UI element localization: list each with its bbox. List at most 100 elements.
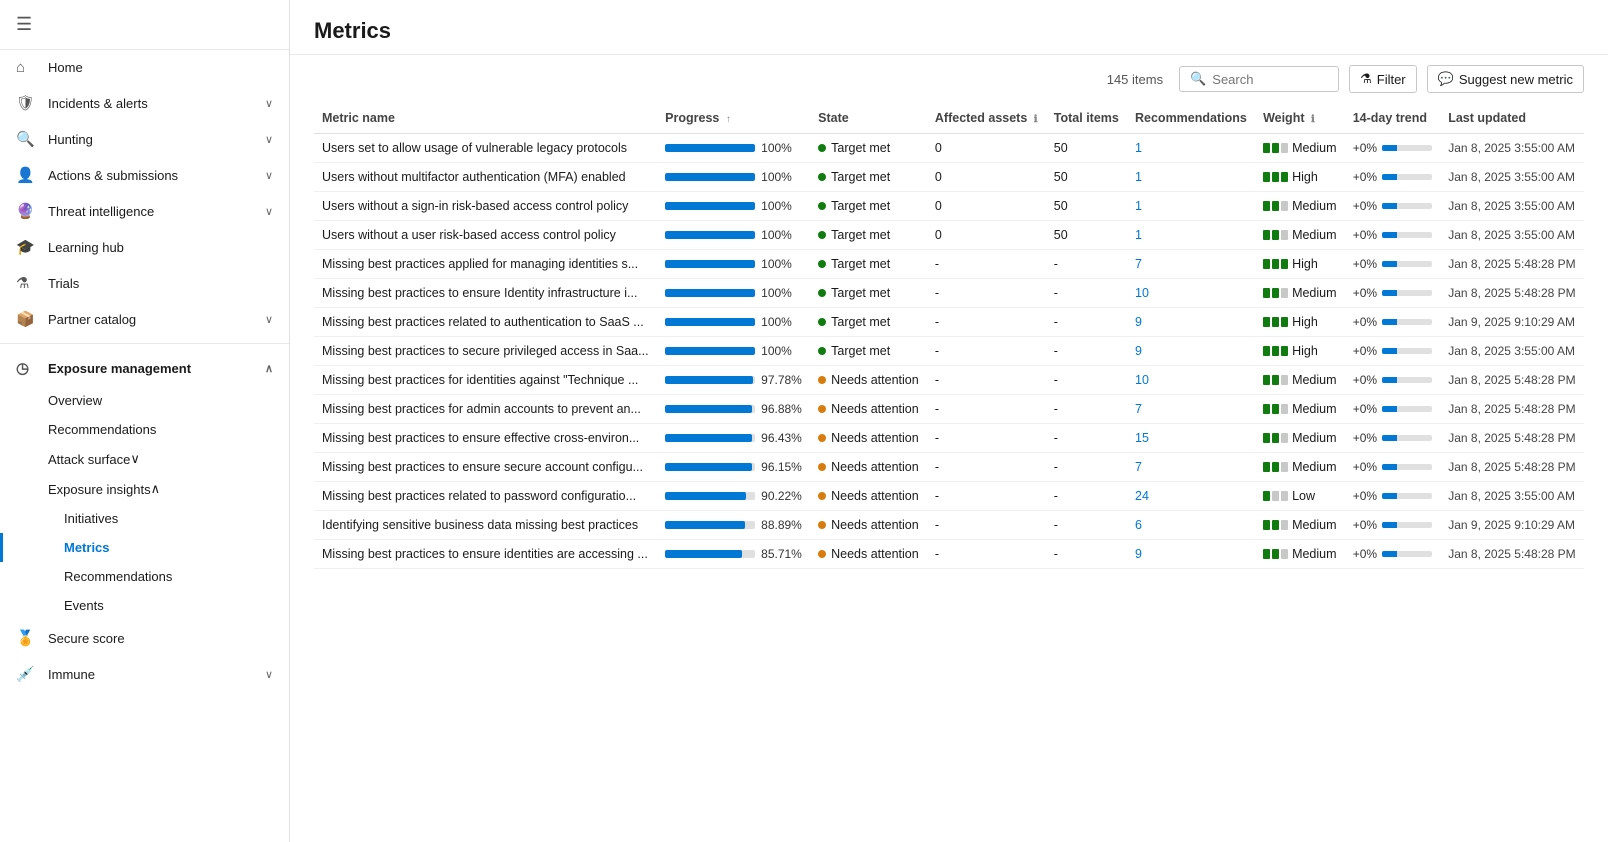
- recommendations-cell[interactable]: 24: [1127, 482, 1255, 511]
- table-row: Missing best practices to ensure identit…: [314, 540, 1584, 569]
- recommendations-link[interactable]: 9: [1135, 547, 1142, 561]
- recommendations-cell[interactable]: 9: [1127, 308, 1255, 337]
- state-label: Needs attention: [831, 489, 919, 503]
- recommendations-link[interactable]: 10: [1135, 373, 1149, 387]
- sidebar-item-attack-surface[interactable]: Attack surface ∨: [0, 444, 289, 474]
- recommendations-link[interactable]: 10: [1135, 286, 1149, 300]
- progress-bar-container: 100%: [665, 315, 802, 329]
- progress-bar-container: 96.88%: [665, 402, 802, 416]
- progress-bar-fill: [665, 463, 752, 471]
- trend-bar-fill: [1382, 406, 1397, 412]
- weight-bar: [1272, 230, 1279, 240]
- trend-content: +0%: [1353, 170, 1433, 184]
- search-input[interactable]: [1212, 72, 1328, 87]
- recommendations-cell[interactable]: 1: [1127, 192, 1255, 221]
- col-progress[interactable]: Progress ↑: [657, 103, 810, 134]
- recommendations-link[interactable]: 9: [1135, 344, 1142, 358]
- col-recommendations[interactable]: Recommendations: [1127, 103, 1255, 134]
- progress-bar-track: [665, 434, 755, 442]
- sidebar-item-learning[interactable]: 🎓 Learning hub: [0, 229, 289, 265]
- recommendations-link[interactable]: 7: [1135, 460, 1142, 474]
- sidebar-subitem-metrics[interactable]: Metrics: [0, 533, 289, 562]
- trend-bar-track: [1382, 406, 1432, 412]
- progress-cell: 100%: [657, 337, 810, 366]
- sidebar-item-trials[interactable]: ⚗ Trials: [0, 265, 289, 301]
- sidebar-item-exposure[interactable]: ◷ Exposure management ∧: [0, 350, 289, 386]
- weight-label: Medium: [1292, 460, 1336, 474]
- col-last-updated[interactable]: Last updated: [1440, 103, 1584, 134]
- recommendations-link[interactable]: 1: [1135, 228, 1142, 242]
- recommendations-link[interactable]: 1: [1135, 141, 1142, 155]
- recommendations-cell[interactable]: 6: [1127, 511, 1255, 540]
- recommendations-link[interactable]: 1: [1135, 170, 1142, 184]
- col-total-items[interactable]: Total items: [1046, 103, 1127, 134]
- sidebar-item-immune[interactable]: 💉 Immune ∨: [0, 656, 289, 692]
- sidebar: ☰ ⌂ Home 🛡 Incidents & alerts ∨ 🔍 Huntin…: [0, 0, 290, 842]
- sidebar-subitem-initiatives[interactable]: Initiatives: [0, 504, 289, 533]
- state-content: Needs attention: [818, 431, 919, 445]
- table-header-row: Metric name Progress ↑ State Affected as…: [314, 103, 1584, 134]
- sidebar-item-hunting-label: Hunting: [48, 132, 93, 147]
- recommendations-cell[interactable]: 7: [1127, 453, 1255, 482]
- trend-content: +0%: [1353, 257, 1433, 271]
- recommendations-cell[interactable]: 9: [1127, 540, 1255, 569]
- sidebar-subitem-events[interactable]: Events: [0, 591, 289, 620]
- recommendations-link[interactable]: 7: [1135, 257, 1142, 271]
- sidebar-item-secure-score[interactable]: 🏅 Secure score: [0, 620, 289, 656]
- last-updated-cell: Jan 9, 2025 9:10:29 AM: [1440, 511, 1584, 540]
- recommendations-cell[interactable]: 9: [1127, 337, 1255, 366]
- weight-bar: [1263, 346, 1270, 356]
- sidebar-item-recommendations-top[interactable]: Recommendations: [0, 415, 289, 444]
- col-weight[interactable]: Weight ℹ: [1255, 103, 1345, 134]
- hamburger-icon[interactable]: ☰: [16, 14, 32, 35]
- recommendations-cell[interactable]: 7: [1127, 395, 1255, 424]
- total-items-cell: -: [1046, 279, 1127, 308]
- weight-bar: [1272, 172, 1279, 182]
- weight-cell: High: [1255, 163, 1345, 192]
- sidebar-item-overview[interactable]: Overview: [0, 386, 289, 415]
- recommendations-link[interactable]: 9: [1135, 315, 1142, 329]
- last-updated-cell: Jan 8, 2025 3:55:00 AM: [1440, 221, 1584, 250]
- sidebar-subitem-recommendations[interactable]: Recommendations: [0, 562, 289, 591]
- progress-bar-container: 100%: [665, 286, 802, 300]
- trend-bar-fill: [1382, 319, 1397, 325]
- sidebar-item-incidents[interactable]: 🛡 Incidents & alerts ∨: [0, 85, 289, 121]
- recommendations-cell[interactable]: 10: [1127, 279, 1255, 308]
- recommendations-link[interactable]: 7: [1135, 402, 1142, 416]
- sidebar-item-threat[interactable]: 🔮 Threat intelligence ∨: [0, 193, 289, 229]
- progress-percent: 85.71%: [761, 547, 802, 561]
- col-affected-assets[interactable]: Affected assets ℹ: [927, 103, 1046, 134]
- col-metric-name[interactable]: Metric name: [314, 103, 657, 134]
- suggest-button[interactable]: 💬 Suggest new metric: [1427, 65, 1584, 93]
- recommendations-cell[interactable]: 15: [1127, 424, 1255, 453]
- col-state[interactable]: State: [810, 103, 927, 134]
- info-icon: ℹ: [1034, 114, 1038, 125]
- recommendations-cell[interactable]: 1: [1127, 163, 1255, 192]
- recommendations-cell[interactable]: 7: [1127, 250, 1255, 279]
- state-content: Target met: [818, 344, 919, 358]
- sidebar-item-actions[interactable]: 👤 Actions & submissions ∨: [0, 157, 289, 193]
- recommendations-link[interactable]: 1: [1135, 199, 1142, 213]
- recommendations-cell[interactable]: 1: [1127, 221, 1255, 250]
- sidebar-item-immune-label: Immune: [48, 667, 95, 682]
- col-trend[interactable]: 14-day trend: [1345, 103, 1441, 134]
- recommendations-link[interactable]: 6: [1135, 518, 1142, 532]
- recommendations-link[interactable]: 24: [1135, 489, 1149, 503]
- sidebar-item-home[interactable]: ⌂ Home: [0, 50, 289, 85]
- trend-bar-fill: [1382, 145, 1397, 151]
- state-dot: [818, 173, 826, 181]
- weight-bar: [1281, 317, 1288, 327]
- sidebar-item-hunting[interactable]: 🔍 Hunting ∨: [0, 121, 289, 157]
- metrics-table-container: Metric name Progress ↑ State Affected as…: [290, 103, 1608, 842]
- sidebar-item-exposure-insights[interactable]: Exposure insights ∧: [0, 474, 289, 504]
- progress-bar-container: 96.15%: [665, 460, 802, 474]
- recommendations-cell[interactable]: 10: [1127, 366, 1255, 395]
- metric-name: Missing best practices to ensure identit…: [322, 547, 648, 561]
- sidebar-item-partner[interactable]: 📦 Partner catalog ∨: [0, 301, 289, 337]
- recommendations-link[interactable]: 15: [1135, 431, 1149, 445]
- recommendations-cell[interactable]: 1: [1127, 134, 1255, 163]
- filter-button[interactable]: ⚗ Filter: [1349, 65, 1417, 93]
- progress-bar-container: 90.22%: [665, 489, 802, 503]
- metric-name-cell: Users without a user risk-based access c…: [314, 221, 657, 250]
- search-box[interactable]: 🔍: [1179, 66, 1339, 92]
